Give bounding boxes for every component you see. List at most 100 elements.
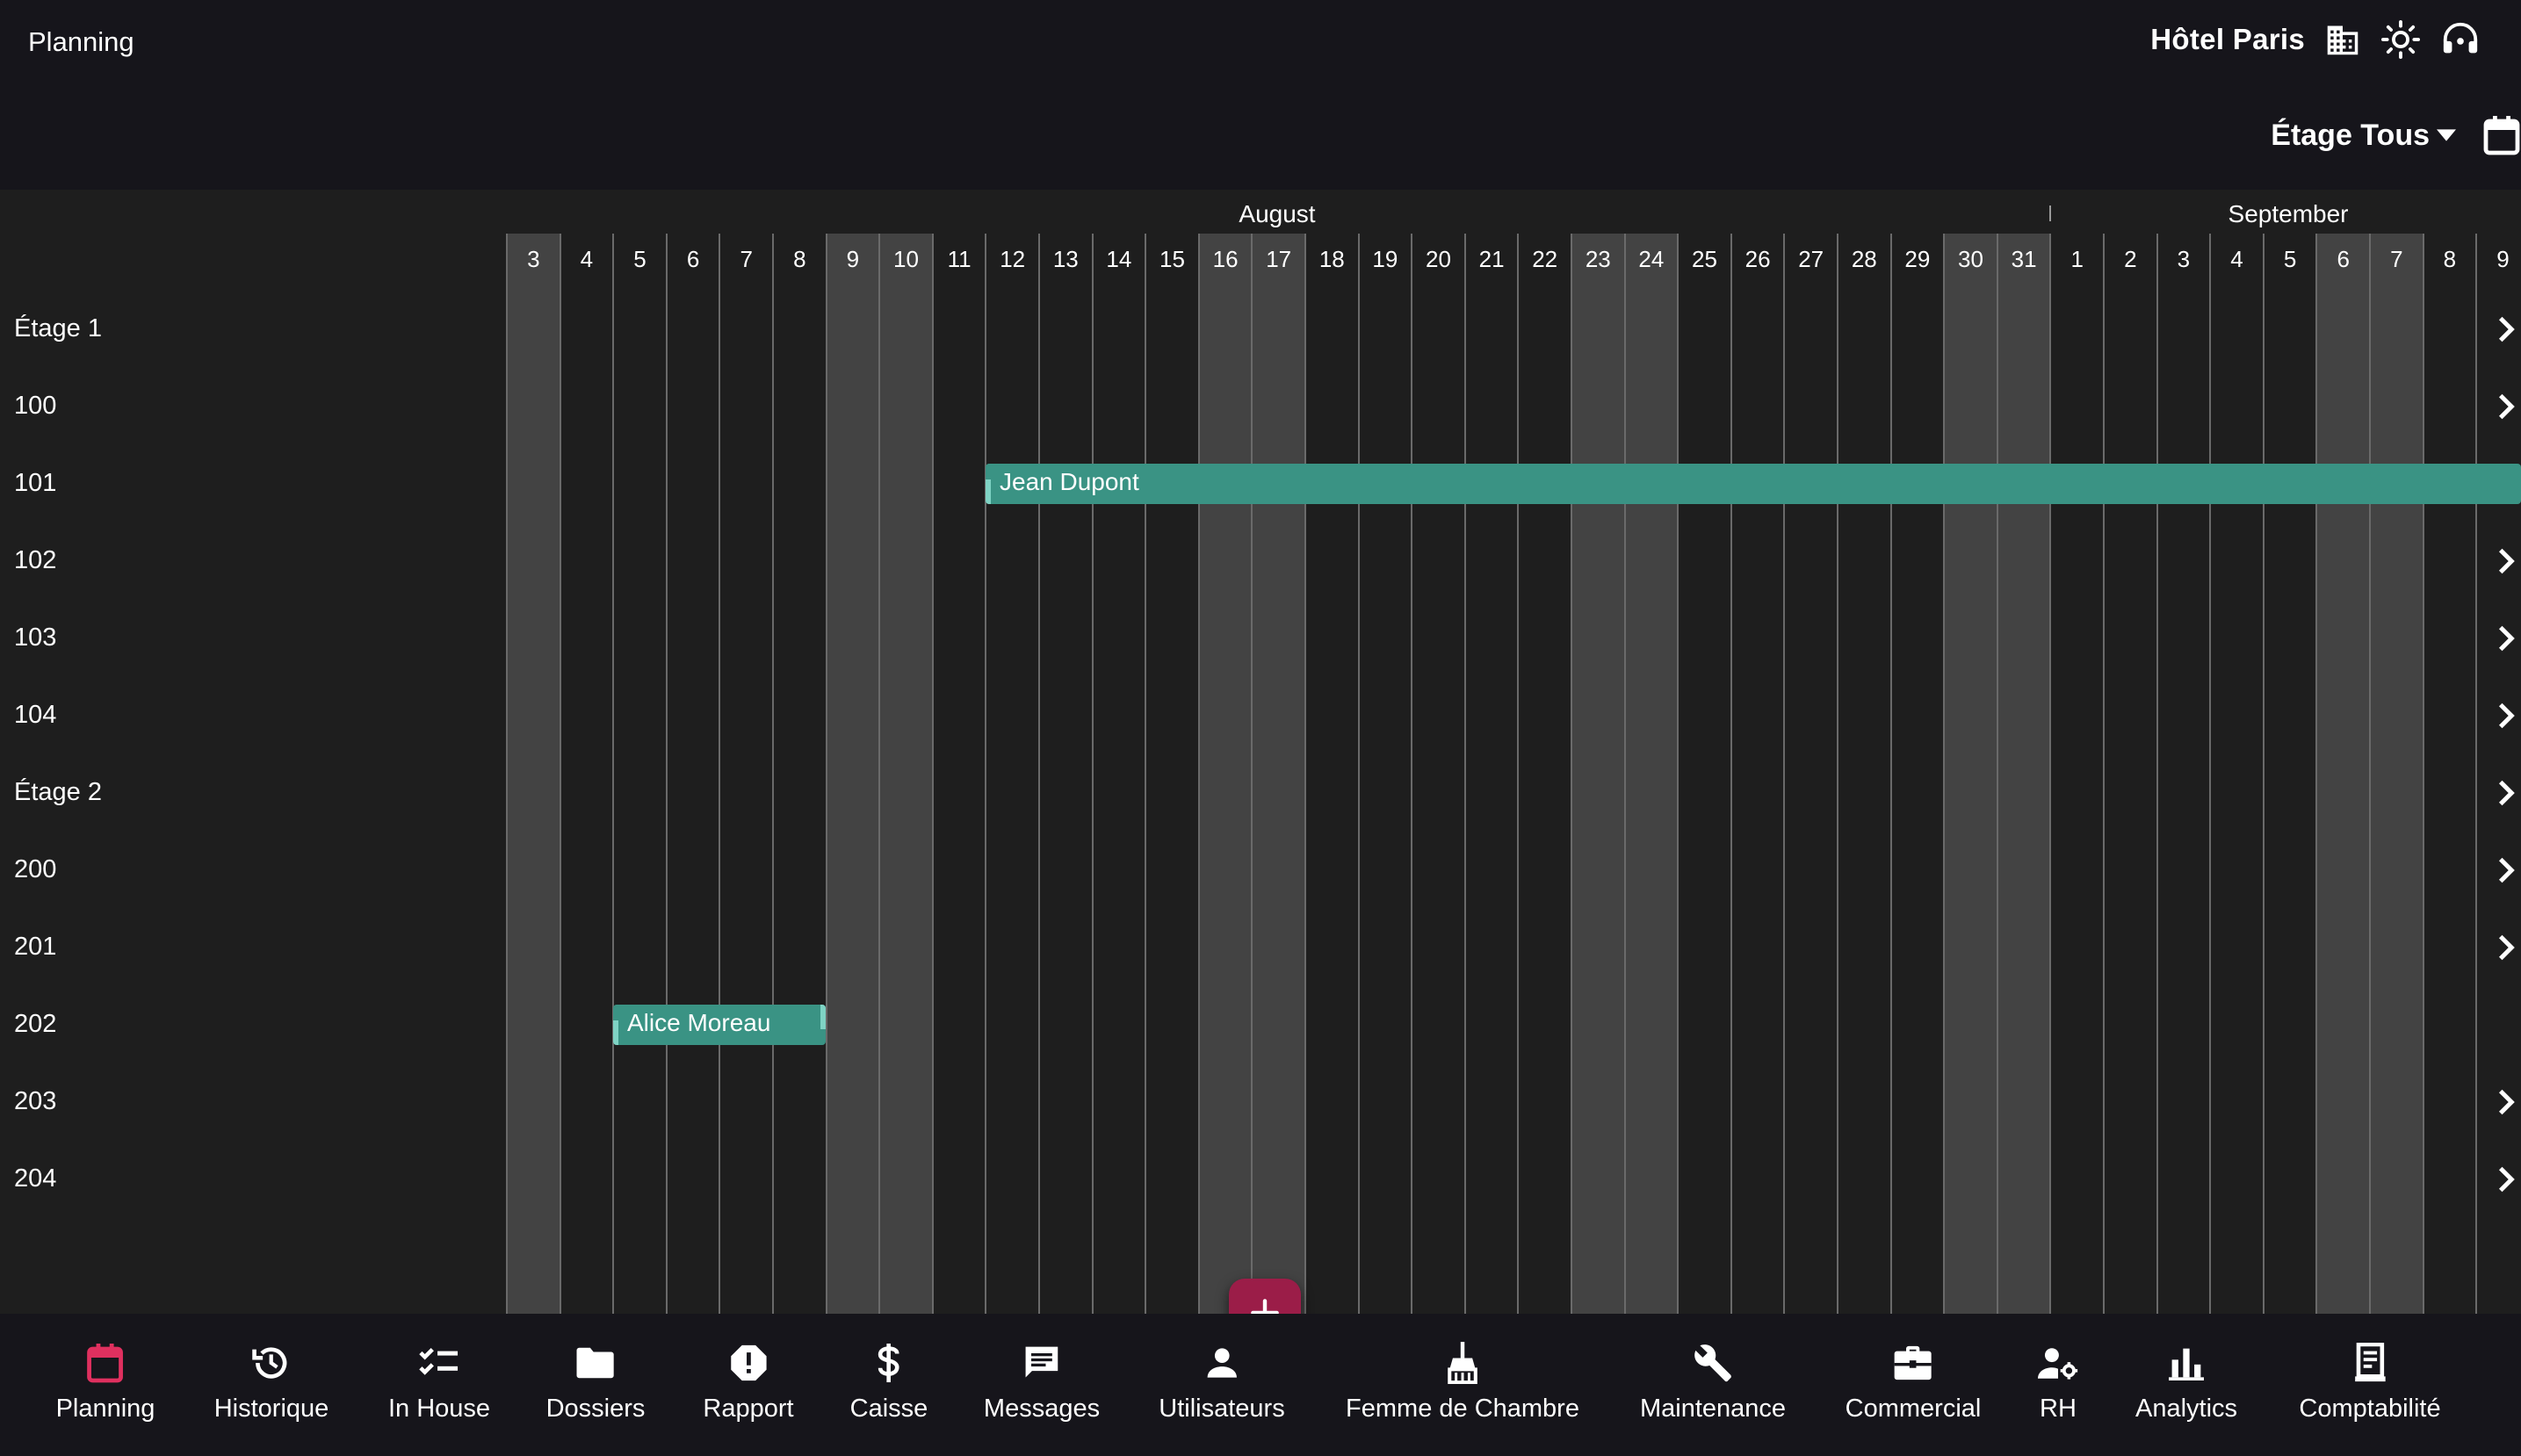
day-label: 7 bbox=[2390, 246, 2403, 272]
nav-commercial[interactable]: Commercial bbox=[1846, 1340, 1981, 1424]
chevron-right-icon[interactable] bbox=[2496, 625, 2516, 656]
day-column: 8 bbox=[2422, 234, 2476, 1314]
nav-label: Historique bbox=[213, 1395, 329, 1423]
support-headset-icon[interactable] bbox=[2440, 19, 2481, 60]
resize-handle[interactable] bbox=[986, 479, 991, 504]
day-label: 27 bbox=[1798, 246, 1824, 272]
briefcase-icon bbox=[1893, 1340, 1933, 1386]
chevron-right-icon[interactable] bbox=[2496, 316, 2516, 347]
message-icon bbox=[1022, 1340, 1061, 1386]
nav-utilisateurs[interactable]: Utilisateurs bbox=[1159, 1340, 1285, 1424]
day-column: 24 bbox=[1623, 234, 1678, 1314]
day-label: 1 bbox=[2070, 246, 2084, 272]
day-column: 7 bbox=[719, 234, 772, 1314]
day-column: 18 bbox=[1304, 234, 1358, 1314]
chevron-right-icon[interactable] bbox=[2496, 857, 2516, 888]
top-app-bar: Planning Hôtel Paris Étage Tous bbox=[0, 0, 2521, 190]
day-label: 9 bbox=[2496, 246, 2510, 272]
chevron-right-icon[interactable] bbox=[2496, 548, 2516, 579]
day-column: 27 bbox=[1783, 234, 1837, 1314]
day-column: 5 bbox=[612, 234, 666, 1314]
bottom-navigation: Planning Historique In House Dossiers Ra… bbox=[0, 1314, 2521, 1456]
day-column: 12 bbox=[985, 234, 1038, 1314]
booking-bar[interactable]: Jean Dupont bbox=[986, 464, 2521, 504]
nav-label: RH bbox=[2040, 1395, 2077, 1423]
day-column: 5 bbox=[2262, 234, 2316, 1314]
day-column: 10 bbox=[878, 234, 932, 1314]
day-column: 19 bbox=[1357, 234, 1412, 1314]
day-column: 4 bbox=[559, 234, 613, 1314]
resize-handle[interactable] bbox=[613, 1020, 618, 1045]
nav-label: Comptabilité bbox=[2299, 1395, 2441, 1423]
chevron-right-icon[interactable] bbox=[2496, 393, 2516, 424]
floor-filter-label[interactable]: Étage Tous bbox=[2271, 119, 2430, 153]
nav-caisse[interactable]: Caisse bbox=[850, 1340, 928, 1424]
page-title: Planning bbox=[28, 26, 134, 57]
day-column: 2 bbox=[2103, 234, 2156, 1314]
day-label: 15 bbox=[1159, 246, 1185, 272]
chevron-right-icon[interactable] bbox=[2496, 934, 2516, 965]
sun-icon[interactable] bbox=[2380, 19, 2421, 60]
nav-planning[interactable]: Planning bbox=[56, 1340, 155, 1424]
nav-label: Messages bbox=[983, 1395, 1101, 1423]
day-label: 11 bbox=[947, 246, 972, 272]
nav-label: In House bbox=[387, 1395, 491, 1423]
day-label: 5 bbox=[2283, 246, 2297, 272]
day-label: 25 bbox=[1692, 246, 1717, 272]
day-column: 3 bbox=[506, 234, 560, 1314]
hotel-selector[interactable]: Hôtel Paris bbox=[2150, 19, 2481, 60]
report-icon bbox=[729, 1340, 768, 1386]
row-label-room-200: 200 bbox=[14, 855, 57, 883]
day-label: 4 bbox=[2230, 246, 2243, 272]
day-label: 9 bbox=[846, 246, 860, 272]
nav-label: Rapport bbox=[703, 1395, 794, 1423]
day-column: 20 bbox=[1411, 234, 1464, 1314]
nav-rapport[interactable]: Rapport bbox=[703, 1340, 794, 1424]
nav-comptabilite[interactable]: Comptabilité bbox=[2299, 1340, 2441, 1424]
caret-down-icon[interactable] bbox=[2437, 129, 2456, 141]
day-column: 6 bbox=[2315, 234, 2369, 1314]
day-label: 5 bbox=[633, 246, 647, 272]
nav-messages[interactable]: Messages bbox=[984, 1340, 1100, 1424]
day-column: 8 bbox=[772, 234, 826, 1314]
nav-in-house[interactable]: In House bbox=[388, 1340, 490, 1424]
row-label-floor-2: Étage 2 bbox=[14, 778, 102, 806]
user-icon bbox=[1204, 1340, 1239, 1386]
floor-filter[interactable]: Étage Tous bbox=[2271, 114, 2521, 156]
row-label-room-103: 103 bbox=[14, 623, 57, 652]
chevron-right-icon[interactable] bbox=[2496, 780, 2516, 811]
day-column: 15 bbox=[1145, 234, 1198, 1314]
calendar-picker-icon[interactable] bbox=[2482, 114, 2521, 156]
day-column: 3 bbox=[2156, 234, 2210, 1314]
resize-handle[interactable] bbox=[820, 1005, 826, 1029]
day-label: 26 bbox=[1744, 246, 1771, 272]
nav-dossiers[interactable]: Dossiers bbox=[545, 1340, 646, 1424]
day-label: 30 bbox=[1958, 246, 1983, 272]
month-label-august: August bbox=[1239, 200, 1316, 227]
day-label: 29 bbox=[1904, 246, 1931, 272]
day-label: 31 bbox=[2011, 246, 2037, 272]
day-column: 26 bbox=[1730, 234, 1784, 1314]
user-settings-icon bbox=[2038, 1340, 2078, 1386]
day-column: 9 bbox=[825, 234, 879, 1314]
chevron-right-icon[interactable] bbox=[2496, 703, 2516, 733]
chevron-right-icon[interactable] bbox=[2496, 1089, 2516, 1120]
nav-label: Dossiers bbox=[545, 1395, 646, 1423]
nav-rh[interactable]: RH bbox=[2038, 1340, 2078, 1424]
nav-analytics[interactable]: Analytics bbox=[2135, 1340, 2237, 1424]
nav-historique[interactable]: Historique bbox=[214, 1340, 329, 1424]
row-label-room-204: 204 bbox=[14, 1164, 57, 1193]
month-label-september: September bbox=[2228, 200, 2349, 227]
booking-bar[interactable]: Alice Moreau bbox=[613, 1005, 826, 1045]
day-label: 18 bbox=[1318, 246, 1345, 272]
receipt-icon bbox=[2352, 1340, 2387, 1386]
day-column: 22 bbox=[1517, 234, 1571, 1314]
day-column: 11 bbox=[931, 234, 986, 1314]
hotel-name[interactable]: Hôtel Paris bbox=[2150, 23, 2305, 56]
dollar-icon bbox=[876, 1340, 902, 1386]
nav-maintenance[interactable]: Maintenance bbox=[1640, 1340, 1786, 1424]
building-icon[interactable] bbox=[2324, 23, 2361, 56]
nav-femme-de-chambre[interactable]: Femme de Chambre bbox=[1346, 1340, 1579, 1424]
chevron-right-icon[interactable] bbox=[2496, 1166, 2516, 1197]
row-label-room-100: 100 bbox=[14, 392, 57, 420]
